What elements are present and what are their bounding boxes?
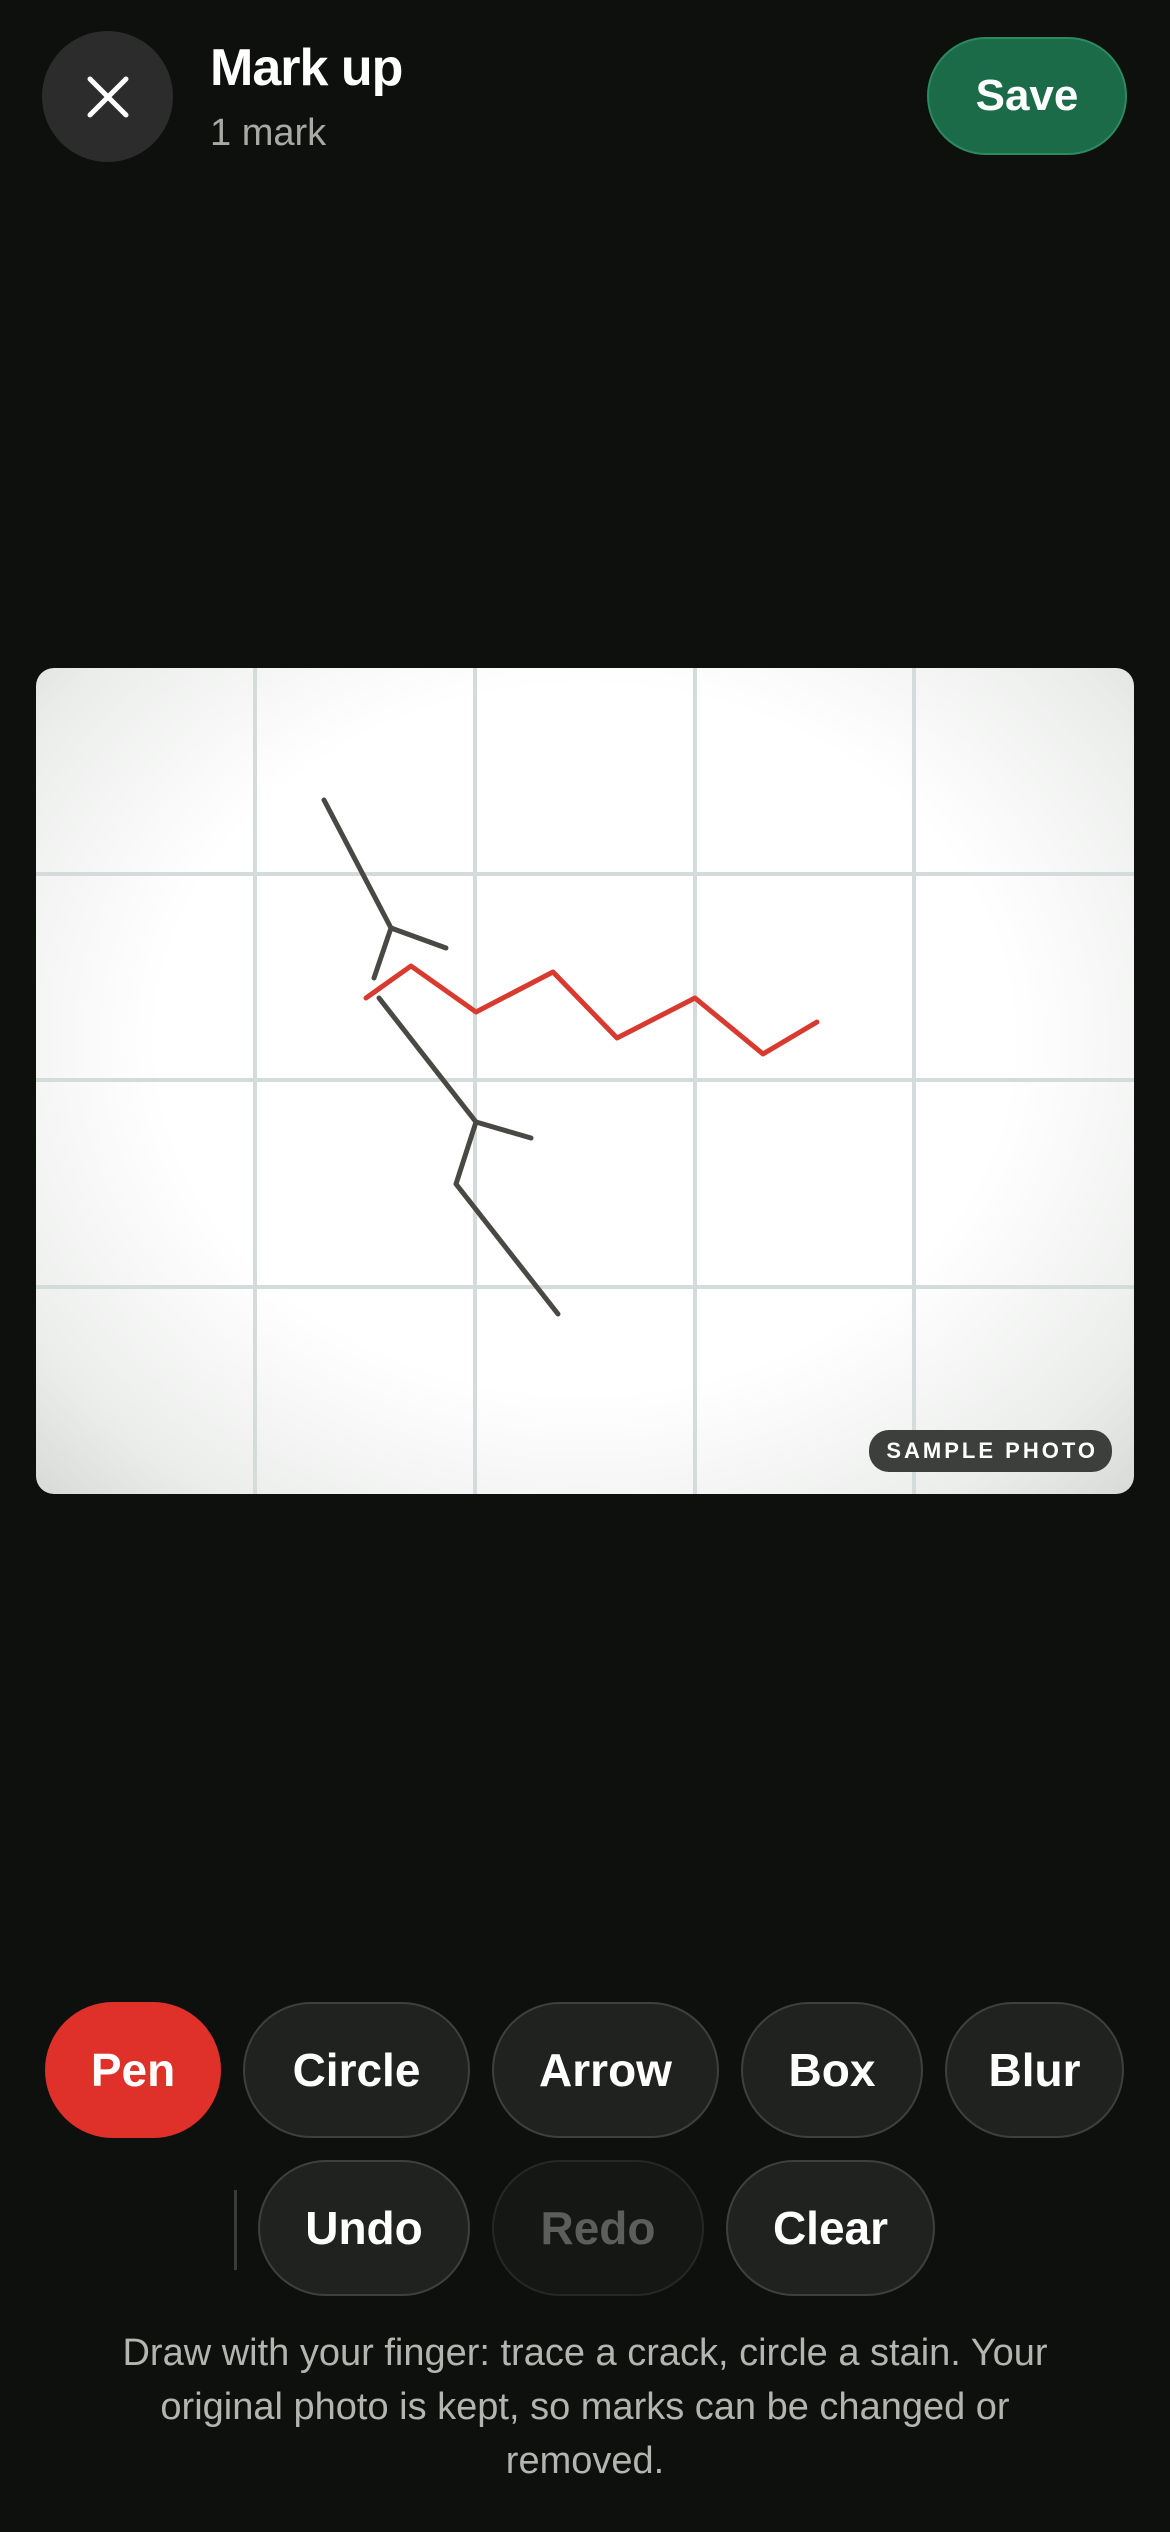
- save-button[interactable]: Save: [927, 37, 1127, 155]
- mark-count: 1 mark: [210, 112, 327, 154]
- sample-photo-badge: SAMPLE PHOTO: [869, 1430, 1112, 1472]
- photo-image: [36, 668, 1134, 1494]
- pen-mark: [363, 963, 820, 1057]
- photo-canvas[interactable]: SAMPLE PHOTO: [36, 668, 1134, 1494]
- page-title: Mark up: [210, 39, 403, 97]
- tool-box[interactable]: Box: [741, 2002, 923, 2138]
- tool-circle[interactable]: Circle: [243, 2002, 470, 2138]
- toolbar-divider: [234, 2190, 237, 2270]
- tool-arrow[interactable]: Arrow: [492, 2002, 719, 2138]
- clear-button[interactable]: Clear: [726, 2160, 935, 2296]
- tool-blur[interactable]: Blur: [945, 2002, 1124, 2138]
- close-icon: [87, 76, 128, 117]
- close-button[interactable]: [42, 31, 173, 162]
- redo-button[interactable]: Redo: [492, 2160, 704, 2296]
- tool-pen[interactable]: Pen: [45, 2002, 221, 2138]
- undo-button[interactable]: Undo: [258, 2160, 470, 2296]
- crack-line: [321, 797, 561, 1317]
- instruction-text: Draw with your finger: trace a crack, ci…: [122, 2332, 1048, 2482]
- tile-grid: [36, 668, 1134, 1494]
